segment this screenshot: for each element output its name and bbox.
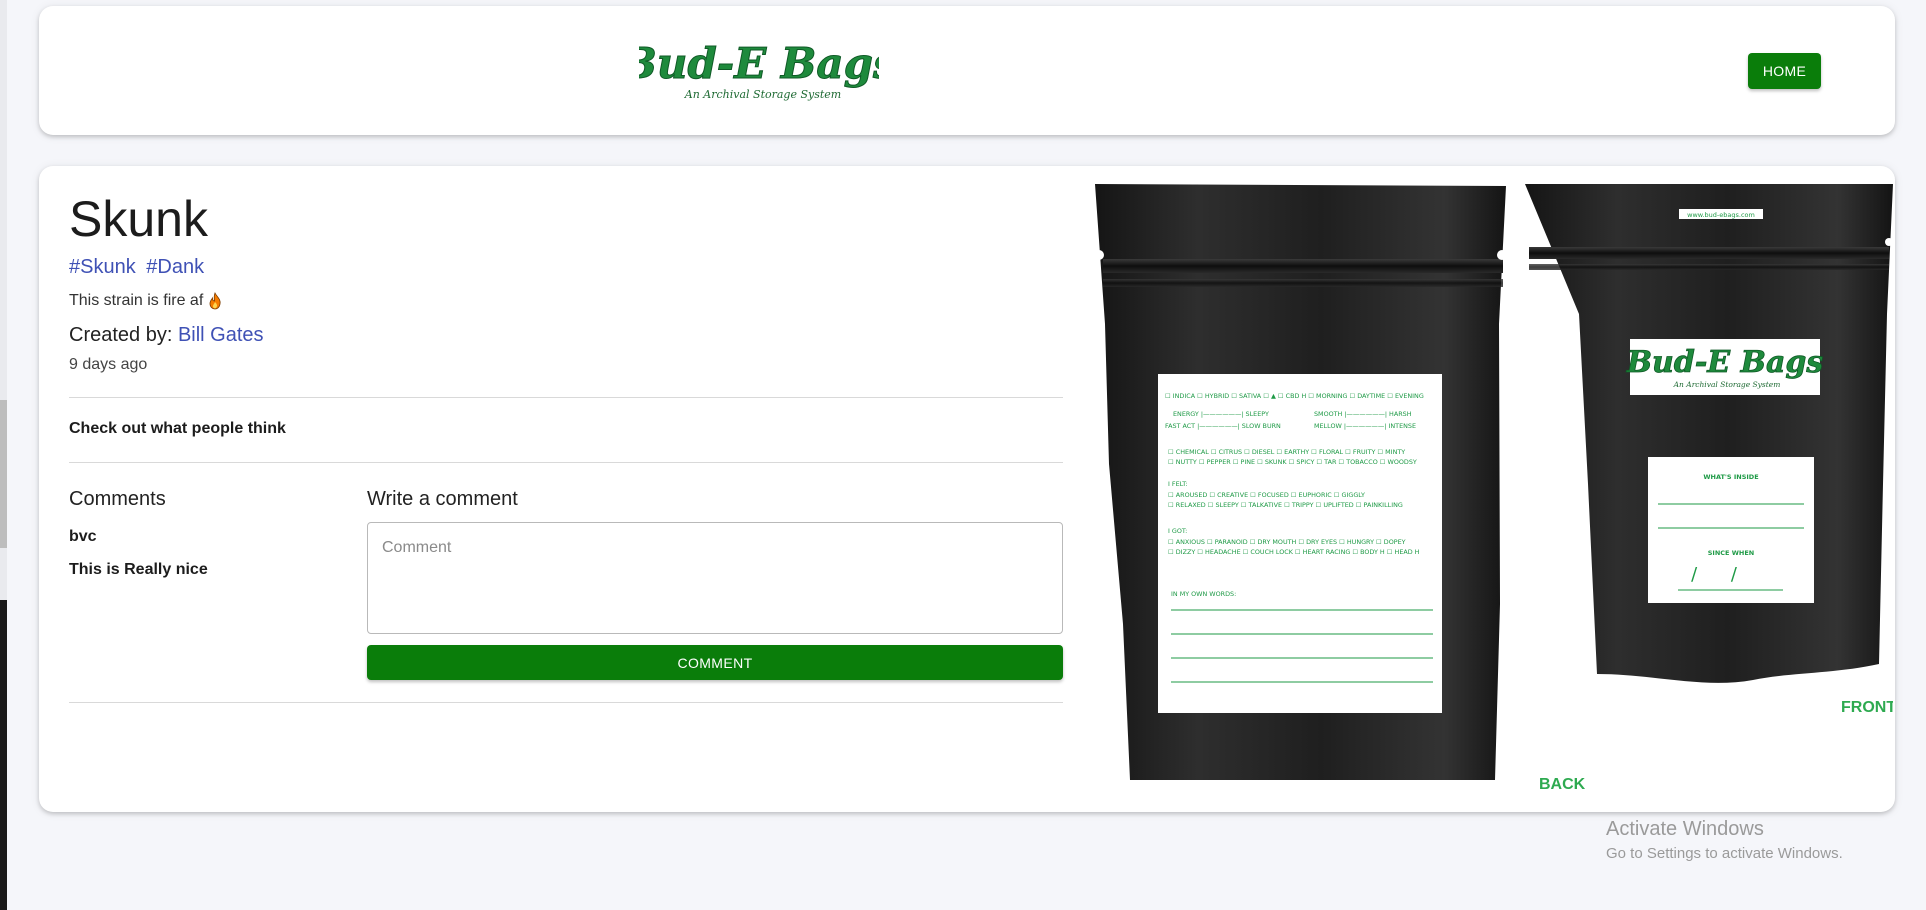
back-card-text: MELLOW |——————| INTENSE [1314, 422, 1416, 430]
back-bag: ☐ INDICA ☐ HYBRID ☐ SATIVA ☐ ▲ ☐ CBD H ☐… [1094, 184, 1507, 780]
author-link[interactable]: Bill Gates [178, 324, 264, 346]
fire-emoji-icon [209, 292, 221, 310]
back-card-text: ☐ RELAXED ☐ SLEEPY ☐ TALKATIVE ☐ TRIPPY … [1168, 501, 1403, 509]
created-by-label: Created by: [69, 324, 173, 346]
comments-heading: Comments [69, 488, 166, 510]
comment-input[interactable] [367, 522, 1063, 634]
watermark-subtitle: Go to Settings to activate Windows. [1606, 845, 1843, 862]
strain-detail-card: Skunk #Skunk #Dank This strain is fire a… [39, 166, 1895, 812]
tag-skunk[interactable]: #Skunk [69, 256, 136, 278]
tag-list: #Skunk #Dank [69, 256, 209, 279]
comment-text: This is Really nice [69, 561, 208, 578]
divider [69, 397, 1063, 398]
front-caption: FRONT [1841, 699, 1893, 716]
back-card-text: ENERGY |——————| SLEEPY [1173, 410, 1269, 418]
description-text: This strain is fire af [69, 292, 204, 309]
back-card-text: IN MY OWN WORDS: [1171, 590, 1236, 598]
front-card-text: SINCE WHEN [1708, 549, 1755, 557]
back-card-text: ☐ ANXIOUS ☐ PARANOID ☐ DRY MOUTH ☐ DRY E… [1168, 538, 1406, 546]
back-card-text: FAST ACT |——————| SLOW BURN [1165, 422, 1281, 430]
bag-url-text: www.bud-ebags.com [1687, 211, 1755, 219]
bag-product-image: ☐ INDICA ☐ HYBRID ☐ SATIVA ☐ ▲ ☐ CBD H ☐… [1094, 184, 1893, 793]
back-card-text: ☐ AROUSED ☐ CREATIVE ☐ FOCUSED ☐ EUPHORI… [1168, 491, 1365, 499]
logo-tagline: An Archival Storage System [684, 88, 841, 101]
post-description: This strain is fire af [69, 292, 222, 310]
tag-dank[interactable]: #Dank [146, 256, 204, 278]
edge-block-dark [0, 600, 7, 910]
back-caption: BACK [1539, 776, 1586, 793]
section-heading: Check out what people think [69, 420, 286, 437]
comment-author: bvc [69, 528, 97, 545]
home-button[interactable]: HOME [1748, 53, 1821, 89]
front-logo-tagline: An Archival Storage System [1673, 380, 1781, 389]
front-logo-text: Bud-E Bags [1626, 345, 1824, 380]
post-timestamp: 9 days ago [69, 356, 148, 373]
front-bag: www.bud-ebags.com Bud-E Bags An Archival… [1525, 184, 1893, 683]
back-card-text: ☐ INDICA ☐ HYBRID ☐ SATIVA ☐ ▲ ☐ CBD H ☐… [1165, 392, 1424, 400]
header-bar: Bud-E Bags An Archival Storage System HO… [39, 6, 1895, 135]
windows-activation-watermark: Activate Windows Go to Settings to activ… [1606, 818, 1843, 862]
created-by: Created by: Bill Gates [69, 324, 264, 347]
back-card-text: ☐ DIZZY ☐ HEADACHE ☐ COUCH LOCK ☐ HEART … [1168, 548, 1420, 556]
back-card-text: I GOT: [1168, 527, 1187, 535]
comment-submit-button[interactable]: COMMENT [367, 645, 1063, 680]
left-edge-strip [0, 0, 7, 910]
write-comment-heading: Write a comment [367, 488, 518, 510]
back-card-text: SMOOTH |——————| HARSH [1314, 410, 1412, 418]
front-card-date: / / [1691, 564, 1751, 585]
divider [69, 462, 1063, 463]
divider [69, 702, 1063, 703]
back-card-text: ☐ CHEMICAL ☐ CITRUS ☐ DIESEL ☐ EARTHY ☐ … [1168, 448, 1405, 456]
front-card-text: WHAT'S INSIDE [1703, 473, 1758, 481]
logo-text: Bud-E Bags [639, 39, 879, 88]
bud-e-bags-logo[interactable]: Bud-E Bags An Archival Storage System [639, 30, 879, 110]
watermark-title: Activate Windows [1606, 818, 1764, 840]
edge-block-gray [0, 400, 7, 548]
back-card-text: I FELT: [1168, 480, 1188, 488]
page-title: Skunk [69, 191, 208, 247]
back-card-text: ☐ NUTTY ☐ PEPPER ☐ PINE ☐ SKUNK ☐ SPICY … [1168, 458, 1417, 466]
